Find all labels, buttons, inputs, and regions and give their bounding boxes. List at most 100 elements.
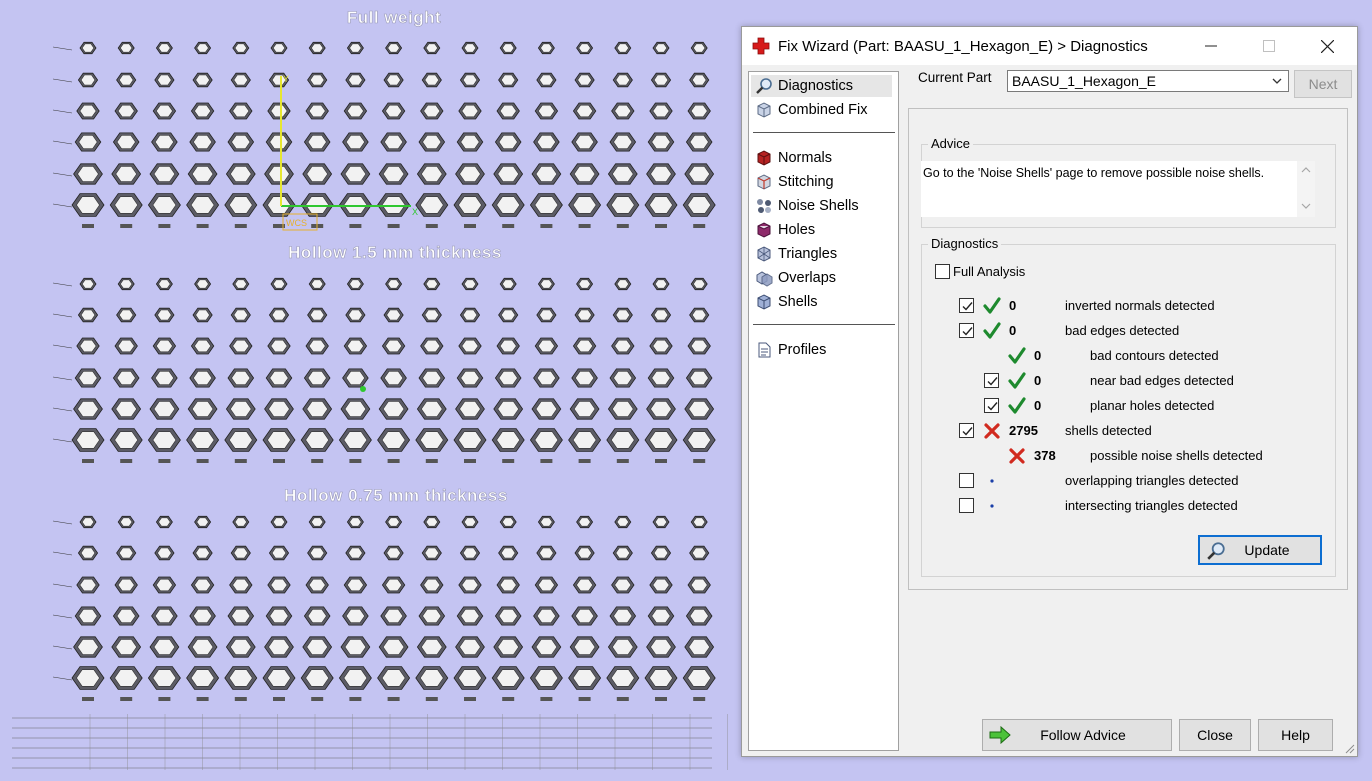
hexagon-ring xyxy=(463,43,477,53)
hexagon-ring xyxy=(309,547,325,559)
green-check-icon xyxy=(1008,372,1026,389)
hexagon-ring xyxy=(616,517,629,527)
part-label-mark xyxy=(311,697,324,701)
nav-item-triangles[interactable]: Triangles xyxy=(751,243,892,265)
advice-textbox[interactable]: Go to the 'Noise Shells' page to remove … xyxy=(921,161,1315,217)
nav-label: Shells xyxy=(778,294,818,310)
nav-item-normals[interactable]: Normals xyxy=(751,147,892,169)
nav-label: Overlaps xyxy=(778,270,837,286)
heading-hollow-0-75: Hollow 0.75 mm thickness xyxy=(284,486,508,506)
3d-viewport[interactable]: X Y WCS Full weight Hollow 1.5 mm thicknes… xyxy=(0,0,740,781)
row-checkbox[interactable] xyxy=(959,323,974,338)
hexagon-ring xyxy=(653,74,669,86)
nav-item-holes[interactable]: Holes xyxy=(751,219,892,241)
help-button[interactable]: Help xyxy=(1258,719,1333,751)
next-button[interactable]: Next xyxy=(1294,70,1352,98)
hexagon-ring xyxy=(118,74,134,86)
hexagon-ring xyxy=(118,309,134,321)
update-button[interactable]: Update xyxy=(1198,535,1322,565)
hexagon-ring xyxy=(311,43,324,53)
nav-item-combined-fix[interactable]: Combined Fix xyxy=(751,99,892,121)
maximize-button[interactable] xyxy=(1240,27,1298,65)
hexagon-ring xyxy=(80,309,96,321)
hexagon-ring xyxy=(234,43,247,53)
row-count: 0 xyxy=(1009,298,1017,313)
window-title: Fix Wizard (Part: BAASU_1_Hexagon_E) > D… xyxy=(778,38,1148,55)
model-canvas[interactable]: X Y WCS xyxy=(0,0,740,781)
nav-item-noise-shells[interactable]: Noise Shells xyxy=(751,195,892,217)
row-checkbox[interactable] xyxy=(984,398,999,413)
hexagon-ring xyxy=(616,279,629,289)
hexagon-ring xyxy=(309,309,325,321)
overlaps-icon xyxy=(756,271,773,287)
nav-label: Combined Fix xyxy=(778,102,868,118)
hexagon-ring xyxy=(425,43,438,53)
nav-item-shells[interactable]: Shells xyxy=(751,291,892,313)
hexagon-ring xyxy=(654,43,668,53)
stitching-icon xyxy=(757,174,771,190)
hexagon-ring xyxy=(81,43,95,53)
nav-item-diagnostics[interactable]: Diagnostics xyxy=(751,75,892,97)
resize-grip-icon[interactable] xyxy=(1343,742,1355,754)
title-bar[interactable]: Fix Wizard (Part: BAASU_1_Hexagon_E) > D… xyxy=(742,27,1357,65)
row-leader-mark xyxy=(52,676,73,681)
row-leader-mark xyxy=(52,172,73,177)
current-part-select[interactable]: BAASU_1_Hexagon_E xyxy=(1007,70,1289,92)
part-label-mark xyxy=(693,697,706,701)
maximize-icon xyxy=(1263,40,1275,52)
hexagon-ring xyxy=(654,279,668,289)
hexagon-ring xyxy=(348,547,363,559)
close-button[interactable]: Close xyxy=(1179,719,1251,751)
hexagon-ring xyxy=(502,517,515,527)
hexagon-ring xyxy=(539,74,554,86)
nav-item-profiles[interactable]: Profiles xyxy=(751,339,892,361)
hexagon-ring xyxy=(462,547,478,559)
hexagon-ring xyxy=(539,547,554,559)
follow-advice-button[interactable]: Follow Advice xyxy=(982,719,1172,751)
row-leader-mark xyxy=(52,46,73,51)
part-label-mark xyxy=(349,459,362,463)
dot-icon xyxy=(990,479,994,483)
hexagon-ring xyxy=(272,43,286,53)
nav-item-stitching[interactable]: Stitching xyxy=(751,171,892,193)
wizard-nav: Diagnostics Combined Fix Normals Stitchi… xyxy=(748,71,899,751)
row-count: 0 xyxy=(1034,373,1042,388)
part-label-mark xyxy=(387,459,400,463)
hexagon-ring xyxy=(195,547,210,559)
row-checkbox[interactable] xyxy=(959,498,974,513)
row-label: planar holes detected xyxy=(1090,398,1215,413)
part-label-mark xyxy=(693,459,706,463)
hexagon-ring xyxy=(578,279,591,289)
minimize-button[interactable] xyxy=(1182,27,1240,65)
combined-fix-icon xyxy=(757,102,771,118)
nav-separator xyxy=(753,324,895,325)
hexagon-ring xyxy=(158,43,171,53)
part-label-mark xyxy=(234,697,247,701)
row-leader-mark xyxy=(52,344,73,349)
hexagon-ring xyxy=(195,309,210,321)
close-window-button[interactable] xyxy=(1298,27,1356,65)
green-check-icon xyxy=(1008,397,1026,414)
red-x-icon xyxy=(1009,448,1025,464)
hexagon-ring xyxy=(462,309,478,321)
row-checkbox[interactable] xyxy=(959,473,974,488)
hexagon-ring xyxy=(615,309,631,321)
part-label-mark xyxy=(425,459,438,463)
nav-item-overlaps[interactable]: Overlaps xyxy=(751,267,892,289)
part-label-mark xyxy=(502,459,515,463)
full-analysis-checkbox[interactable] xyxy=(935,264,950,279)
hexagon-ring xyxy=(157,309,172,321)
advice-scrollbar[interactable] xyxy=(1297,161,1315,217)
part-label-mark xyxy=(158,697,171,701)
row-checkbox[interactable] xyxy=(959,423,974,438)
part-label-mark xyxy=(234,459,247,463)
row-label: bad contours detected xyxy=(1090,348,1219,363)
row-checkbox[interactable] xyxy=(959,298,974,313)
part-label-mark xyxy=(502,224,515,228)
full-analysis-label: Full Analysis xyxy=(953,264,1026,279)
row-checkbox[interactable] xyxy=(984,373,999,388)
nav-label: Stitching xyxy=(778,174,834,190)
part-label-mark xyxy=(693,224,706,228)
hexagon-ring xyxy=(424,309,440,321)
hexagon-ring xyxy=(120,517,133,527)
